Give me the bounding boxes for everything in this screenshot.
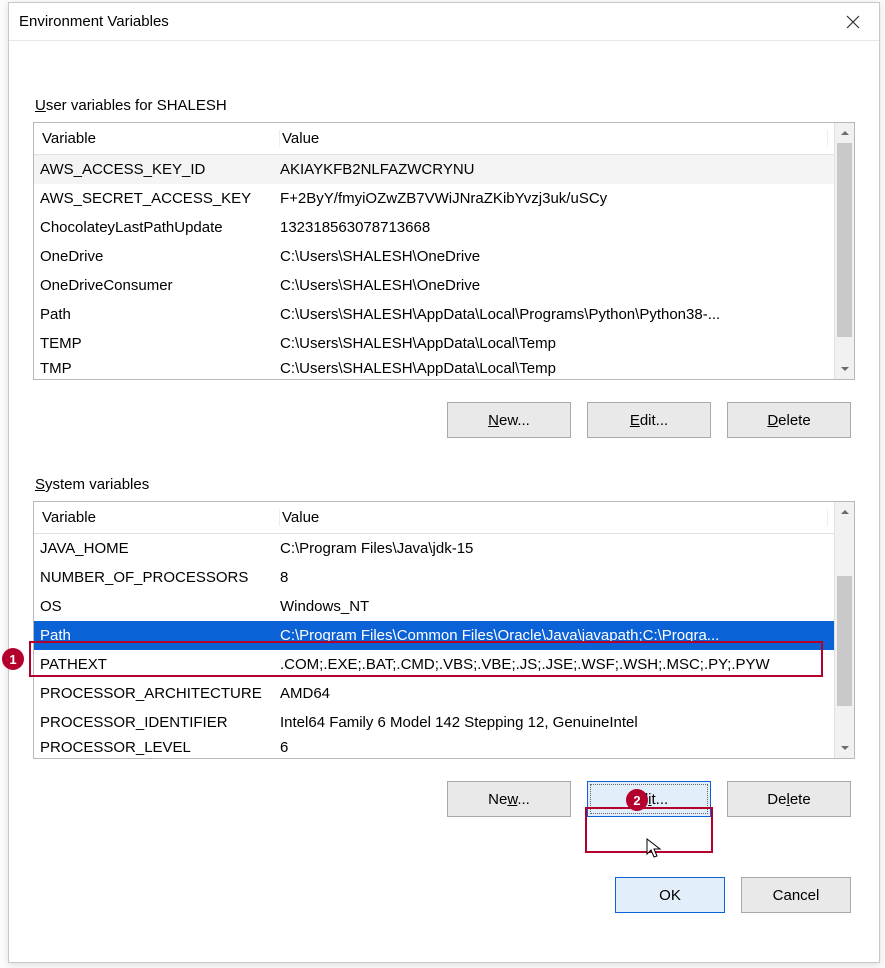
table-row[interactable]: NUMBER_OF_PROCESSORS 8 <box>34 563 834 592</box>
scroll-up-icon[interactable] <box>835 502 854 522</box>
user-variables-label: User variables for SHALESH <box>35 97 855 114</box>
system-delete-button[interactable]: Delete <box>727 781 851 817</box>
col-value[interactable]: Value <box>280 509 828 526</box>
scroll-track[interactable] <box>835 143 854 359</box>
scrollbar[interactable] <box>834 502 854 758</box>
table-row[interactable]: JAVA_HOME C:\Program Files\Java\jdk-15 <box>34 534 834 563</box>
user-new-button[interactable]: New... <box>447 402 571 438</box>
table-row[interactable]: AWS_ACCESS_KEY_ID AKIAYKFB2NLFAZWCRYNU <box>34 155 834 184</box>
system-variables-list[interactable]: Variable Value JAVA_HOME C:\Program File… <box>33 501 855 759</box>
table-row-selected[interactable]: Path C:\Program Files\Common Files\Oracl… <box>34 621 834 650</box>
dialog-title: Environment Variables <box>19 13 833 30</box>
close-icon <box>846 15 860 29</box>
col-variable[interactable]: Variable <box>40 130 280 147</box>
user-edit-button[interactable]: Edit... <box>587 402 711 438</box>
table-row[interactable]: PROCESSOR_LEVEL 6 <box>34 737 834 757</box>
user-variables-rows: Variable Value AWS_ACCESS_KEY_ID AKIAYKF… <box>34 123 834 379</box>
col-variable[interactable]: Variable <box>40 509 280 526</box>
user-variables-list[interactable]: Variable Value AWS_ACCESS_KEY_ID AKIAYKF… <box>33 122 855 380</box>
user-delete-button[interactable]: Delete <box>727 402 851 438</box>
dialog-footer: OK Cancel <box>33 877 851 913</box>
scroll-thumb[interactable] <box>837 576 852 706</box>
system-edit-button[interactable]: Edit... <box>587 781 711 817</box>
scroll-down-icon[interactable] <box>835 738 854 758</box>
list-header[interactable]: Variable Value <box>34 502 834 534</box>
table-row[interactable]: PATHEXT .COM;.EXE;.BAT;.CMD;.VBS;.VBE;.J… <box>34 650 834 679</box>
dialog-content: User variables for SHALESH Variable Valu… <box>9 41 879 929</box>
system-buttons-row: New... Edit... Delete <box>33 781 851 817</box>
environment-variables-dialog: Environment Variables User variables for… <box>8 2 880 963</box>
col-value[interactable]: Value <box>280 130 828 147</box>
list-header[interactable]: Variable Value <box>34 123 834 155</box>
user-buttons-row: New... Edit... Delete <box>33 402 851 438</box>
scrollbar[interactable] <box>834 123 854 379</box>
scroll-up-icon[interactable] <box>835 123 854 143</box>
ok-button[interactable]: OK <box>615 877 725 913</box>
table-row[interactable]: Path C:\Users\SHALESH\AppData\Local\Prog… <box>34 300 834 329</box>
scroll-down-icon[interactable] <box>835 359 854 379</box>
scroll-thumb[interactable] <box>837 143 852 337</box>
table-row[interactable]: AWS_SECRET_ACCESS_KEY F+2ByY/fmyiOZwZB7V… <box>34 184 834 213</box>
system-variables-label: System variables <box>35 476 855 493</box>
system-variables-rows: Variable Value JAVA_HOME C:\Program File… <box>34 502 834 758</box>
table-row[interactable]: OneDriveConsumer C:\Users\SHALESH\OneDri… <box>34 271 834 300</box>
table-row[interactable]: OneDrive C:\Users\SHALESH\OneDrive <box>34 242 834 271</box>
table-row[interactable]: ChocolateyLastPathUpdate 132318563078713… <box>34 213 834 242</box>
table-row[interactable]: TEMP C:\Users\SHALESH\AppData\Local\Temp <box>34 329 834 358</box>
titlebar: Environment Variables <box>9 3 879 41</box>
table-row[interactable]: PROCESSOR_ARCHITECTURE AMD64 <box>34 679 834 708</box>
close-button[interactable] <box>833 7 873 37</box>
cancel-button[interactable]: Cancel <box>741 877 851 913</box>
table-row[interactable]: TMP C:\Users\SHALESH\AppData\Local\Temp <box>34 358 834 378</box>
table-row[interactable]: PROCESSOR_IDENTIFIER Intel64 Family 6 Mo… <box>34 708 834 737</box>
table-row[interactable]: OS Windows_NT <box>34 592 834 621</box>
scroll-track[interactable] <box>835 522 854 738</box>
system-new-button[interactable]: New... <box>447 781 571 817</box>
